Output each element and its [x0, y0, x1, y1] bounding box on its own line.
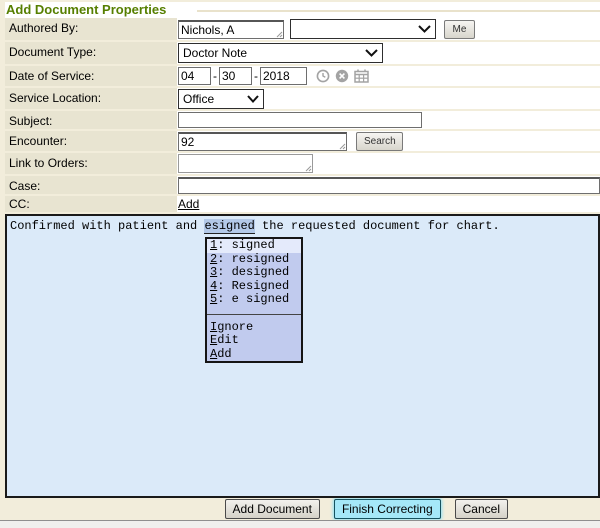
finish-correcting-button[interactable]: Finish Correcting — [334, 499, 441, 519]
misspelled-word[interactable]: esigned — [204, 219, 254, 234]
authored-by-input[interactable] — [178, 20, 284, 39]
document-text-editor[interactable]: Confirmed with patient and esigned the r… — [5, 214, 600, 498]
add-document-properties-panel: Add Document Properties Authored By: Me … — [0, 0, 600, 520]
date-separator: - — [213, 69, 217, 83]
encounter-label: Encounter: — [5, 131, 177, 151]
link-to-orders-input[interactable] — [178, 154, 313, 173]
spell-action-edit[interactable]: Edit — [207, 334, 301, 348]
spell-suggestion-5[interactable]: 5: e signed — [207, 293, 301, 307]
editor-text: Confirmed with patient and esigned the r… — [7, 216, 598, 233]
service-location-label: Service Location: — [5, 88, 177, 109]
spell-suggestion-4[interactable]: 4: Resigned — [207, 280, 301, 294]
header-rule — [197, 10, 600, 12]
search-button[interactable]: Search — [356, 132, 403, 151]
date-of-service-label: Date of Service: — [5, 66, 177, 86]
resize-grip-icon[interactable] — [276, 31, 283, 38]
subject-label: Subject: — [5, 111, 177, 129]
resize-grip-icon[interactable] — [339, 143, 346, 150]
calendar-icon[interactable] — [354, 69, 369, 83]
panel-header: Add Document Properties — [5, 2, 600, 18]
editor-text-before: Confirmed with patient and — [10, 219, 204, 233]
document-type-label: Document Type: — [5, 42, 177, 64]
row-case: Case: — [5, 176, 600, 194]
resize-grip-icon[interactable] — [305, 165, 312, 172]
spell-suggestion-2[interactable]: 2: resigned — [207, 253, 301, 267]
row-document-type: Document Type: Doctor Note — [5, 42, 600, 64]
date-day-input[interactable] — [219, 67, 252, 85]
spell-suggestion-3[interactable]: 3: designed — [207, 266, 301, 280]
row-link-to-orders: Link to Orders: — [5, 153, 600, 174]
authored-by-secondary-select[interactable] — [290, 19, 436, 39]
service-location-select-value: Office — [183, 92, 243, 106]
clock-icon[interactable] — [316, 69, 330, 83]
spell-action-ignore[interactable]: Ignore — [207, 321, 301, 335]
cc-label: CC: — [5, 196, 177, 212]
editor-text-after: the requested document for chart. — [255, 219, 500, 233]
spell-action-add[interactable]: Add — [207, 348, 301, 362]
document-type-select[interactable]: Doctor Note — [178, 43, 383, 63]
row-cc: CC: Add — [5, 196, 600, 212]
row-date-of-service: Date of Service: - - — [5, 66, 600, 86]
row-subject: Subject: — [5, 111, 600, 129]
row-encounter: Encounter: Search — [5, 131, 600, 151]
case-label: Case: — [5, 176, 177, 194]
document-type-select-value: Doctor Note — [183, 46, 361, 60]
clear-icon[interactable] — [335, 69, 349, 83]
me-button[interactable]: Me — [444, 20, 475, 39]
chevron-down-icon — [365, 49, 378, 57]
cc-add-link[interactable]: Add — [178, 197, 199, 211]
page-bottom-strip — [0, 520, 600, 528]
subject-input[interactable] — [178, 112, 422, 128]
menu-separator — [207, 314, 301, 315]
add-document-button[interactable]: Add Document — [225, 499, 320, 519]
authored-by-label: Authored By: — [5, 18, 177, 40]
encounter-input[interactable] — [178, 132, 347, 151]
date-year-input[interactable] — [260, 67, 307, 85]
row-authored-by: Authored By: Me — [5, 18, 600, 40]
row-service-location: Service Location: Office — [5, 88, 600, 109]
cancel-button[interactable]: Cancel — [455, 499, 508, 519]
footer-button-bar: Add Document Finish Correcting Cancel — [5, 498, 600, 520]
page-title: Add Document Properties — [6, 2, 166, 17]
date-separator: - — [254, 69, 258, 83]
service-location-select[interactable]: Office — [178, 89, 264, 109]
date-month-input[interactable] — [178, 67, 211, 85]
spell-suggestion-1[interactable]: 1: signed — [207, 239, 301, 253]
case-input[interactable] — [178, 177, 600, 194]
chevron-down-icon — [247, 95, 259, 103]
chevron-down-icon — [418, 25, 431, 33]
spell-check-menu: 1: signed 2: resigned 3: designed 4: Res… — [205, 237, 303, 363]
link-to-orders-label: Link to Orders: — [5, 153, 177, 174]
